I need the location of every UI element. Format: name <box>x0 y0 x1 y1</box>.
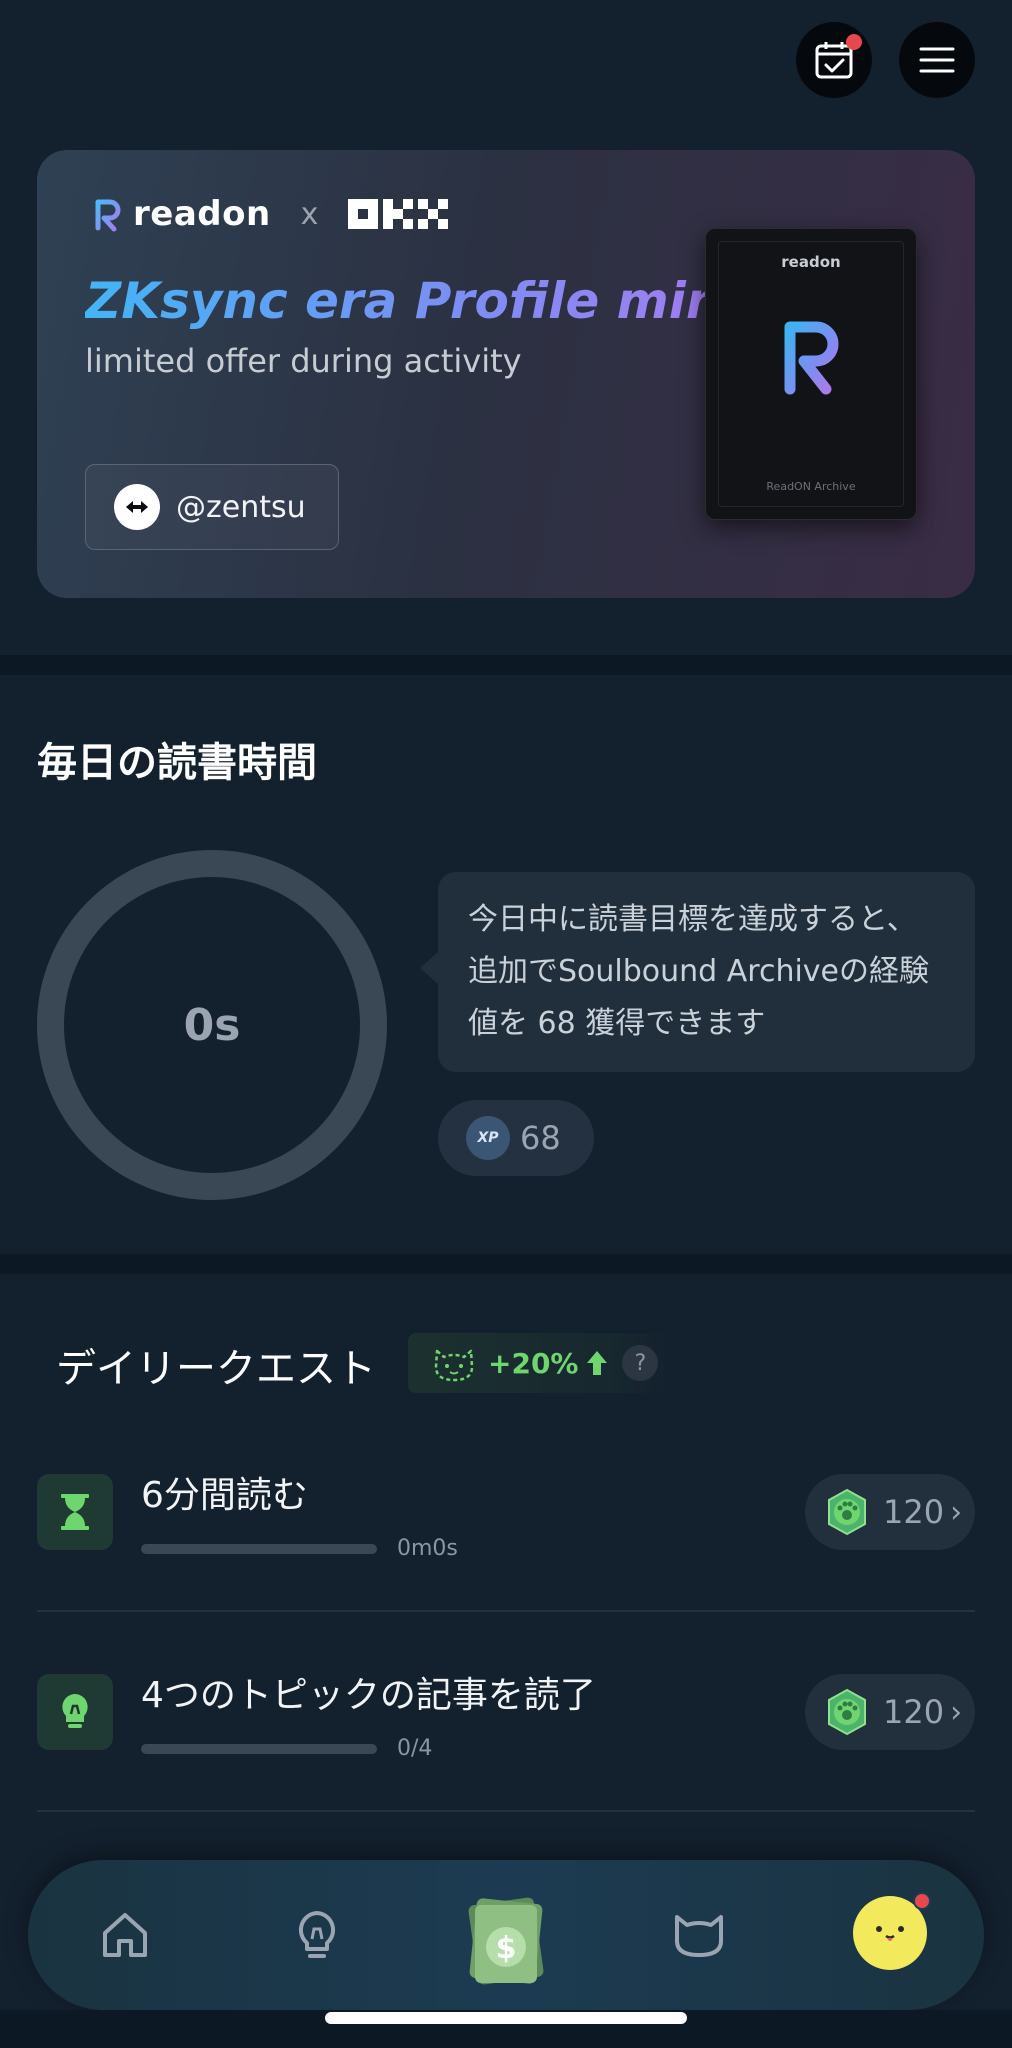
paw-coin-icon <box>828 1488 866 1536</box>
row-divider <box>37 1610 975 1612</box>
cat-icon <box>675 1915 723 1957</box>
swap-arrows-icon <box>114 484 160 530</box>
okx-logo-icon <box>348 199 449 229</box>
nav-earn-button[interactable]: $ <box>446 1878 566 1998</box>
promo-banner[interactable]: readon x ZKsync era Profile mint limited… <box>37 150 975 598</box>
bottom-navigation: $ <box>28 1860 984 2010</box>
money-icon: $ <box>468 1897 544 1985</box>
quest-progress-text: 0/4 <box>397 1736 433 1761</box>
quest-progress-text: 0m0s <box>397 1536 458 1561</box>
hourglass-icon <box>37 1474 113 1550</box>
xp-reward-chip: XP 68 <box>438 1100 594 1176</box>
banner-subtitle: limited offer during activity <box>85 342 522 380</box>
quest-reward-amount: 120 <box>883 1693 945 1731</box>
archive-card-image: readon ReadON Archive <box>705 228 917 520</box>
banner-brand-row: readon x <box>91 194 449 234</box>
nav-pet-button[interactable] <box>664 1900 734 1970</box>
quest-reward-button[interactable]: 120 › <box>805 1474 975 1550</box>
readon-card-logo-icon <box>784 321 839 395</box>
xp-icon: XP <box>466 1116 510 1160</box>
menu-button[interactable] <box>899 22 975 98</box>
reading-elapsed-time: 0s <box>183 999 241 1051</box>
money-symbol: $ <box>496 1931 517 1966</box>
notification-dot <box>846 34 862 50</box>
help-icon[interactable]: ? <box>622 1345 659 1381</box>
quest-reward-button[interactable]: 120 › <box>805 1674 975 1750</box>
card-brand: readon <box>781 253 841 271</box>
brand-separator: x <box>300 196 319 232</box>
hamburger-menu-icon <box>919 47 955 73</box>
chevron-right-icon: › <box>950 1694 963 1730</box>
quest-name: 4つのトピックの記事を読了 <box>141 1675 596 1716</box>
nav-explore-button[interactable] <box>282 1900 352 1970</box>
dog-face-icon <box>876 1926 904 1941</box>
quest-progress-bar <box>141 1744 377 1754</box>
nav-profile-avatar[interactable] <box>853 1892 931 1970</box>
card-caption: ReadON Archive <box>766 480 856 493</box>
home-indicator <box>325 2012 687 2024</box>
bonus-badge[interactable]: +20% ? <box>408 1333 670 1393</box>
reading-progress-ring: 0s <box>37 850 387 1200</box>
xp-value: 68 <box>520 1119 561 1157</box>
readon-logo-icon <box>95 199 121 232</box>
nav-home-button[interactable] <box>90 1900 160 1970</box>
section-divider <box>0 655 1012 675</box>
lightbulb-icon <box>298 1911 336 1958</box>
quest-item[interactable]: 6分間読む 0m0s 120 › <box>37 1440 975 1590</box>
section-divider <box>0 1254 1012 1274</box>
notification-dot <box>913 1892 931 1910</box>
calendar-check-button[interactable] <box>796 22 872 98</box>
account-handle: @zentsu <box>176 489 306 525</box>
row-divider <box>37 1810 975 1812</box>
account-handle-button[interactable]: @zentsu <box>85 464 339 550</box>
readon-brand-text: readon <box>133 194 271 234</box>
chevron-right-icon: › <box>950 1494 963 1530</box>
cat-face-icon <box>434 1349 474 1382</box>
quest-reward-amount: 120 <box>883 1493 945 1531</box>
quest-progress-bar <box>141 1544 377 1554</box>
quest-name: 6分間読む <box>141 1475 308 1516</box>
arrow-up-icon <box>587 1351 608 1375</box>
bonus-percent: +20% <box>488 1346 579 1380</box>
banner-title: ZKsync era Profile mint <box>85 272 746 330</box>
paw-coin-icon <box>828 1688 866 1736</box>
reading-time-title: 毎日の読書時間 <box>37 740 317 786</box>
lightbulb-icon <box>37 1674 113 1750</box>
quest-item[interactable]: 4つのトピックの記事を読了 0/4 120 › <box>37 1640 975 1790</box>
daily-quest-title: デイリークエスト <box>56 1346 376 1392</box>
reading-goal-message: 今日中に読書目標を達成すると、追加でSoulbound Archiveの経験値を… <box>420 872 975 1072</box>
home-icon <box>103 1913 147 1957</box>
